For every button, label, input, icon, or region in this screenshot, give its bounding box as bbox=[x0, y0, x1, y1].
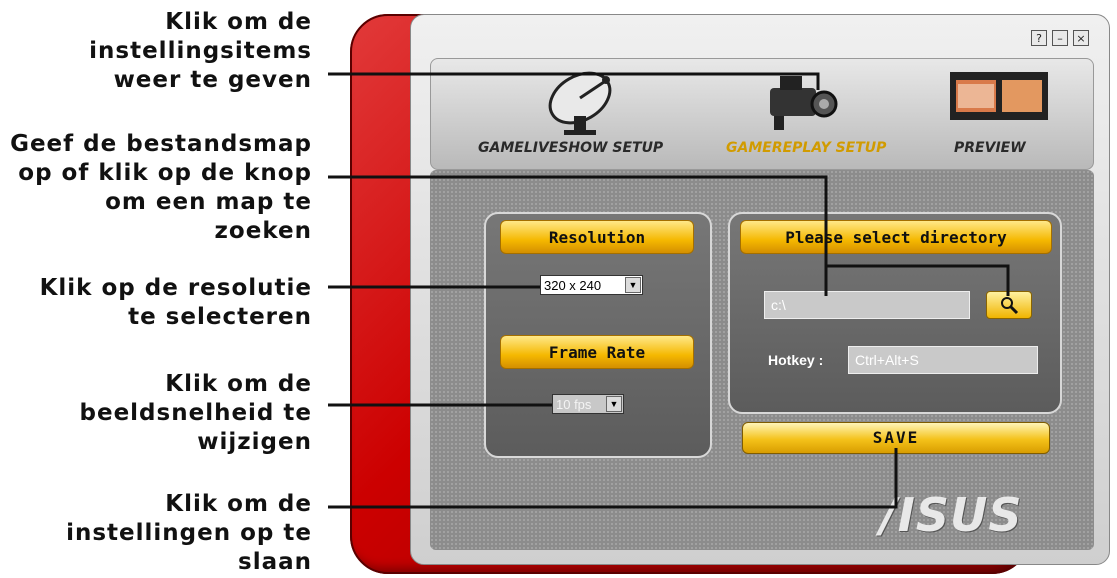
leader-save bbox=[328, 448, 898, 509]
leader-show-items bbox=[328, 72, 820, 90]
leader-directory-button bbox=[826, 264, 1010, 296]
callout-leaders bbox=[328, 72, 1010, 509]
leader-directory bbox=[328, 175, 828, 296]
